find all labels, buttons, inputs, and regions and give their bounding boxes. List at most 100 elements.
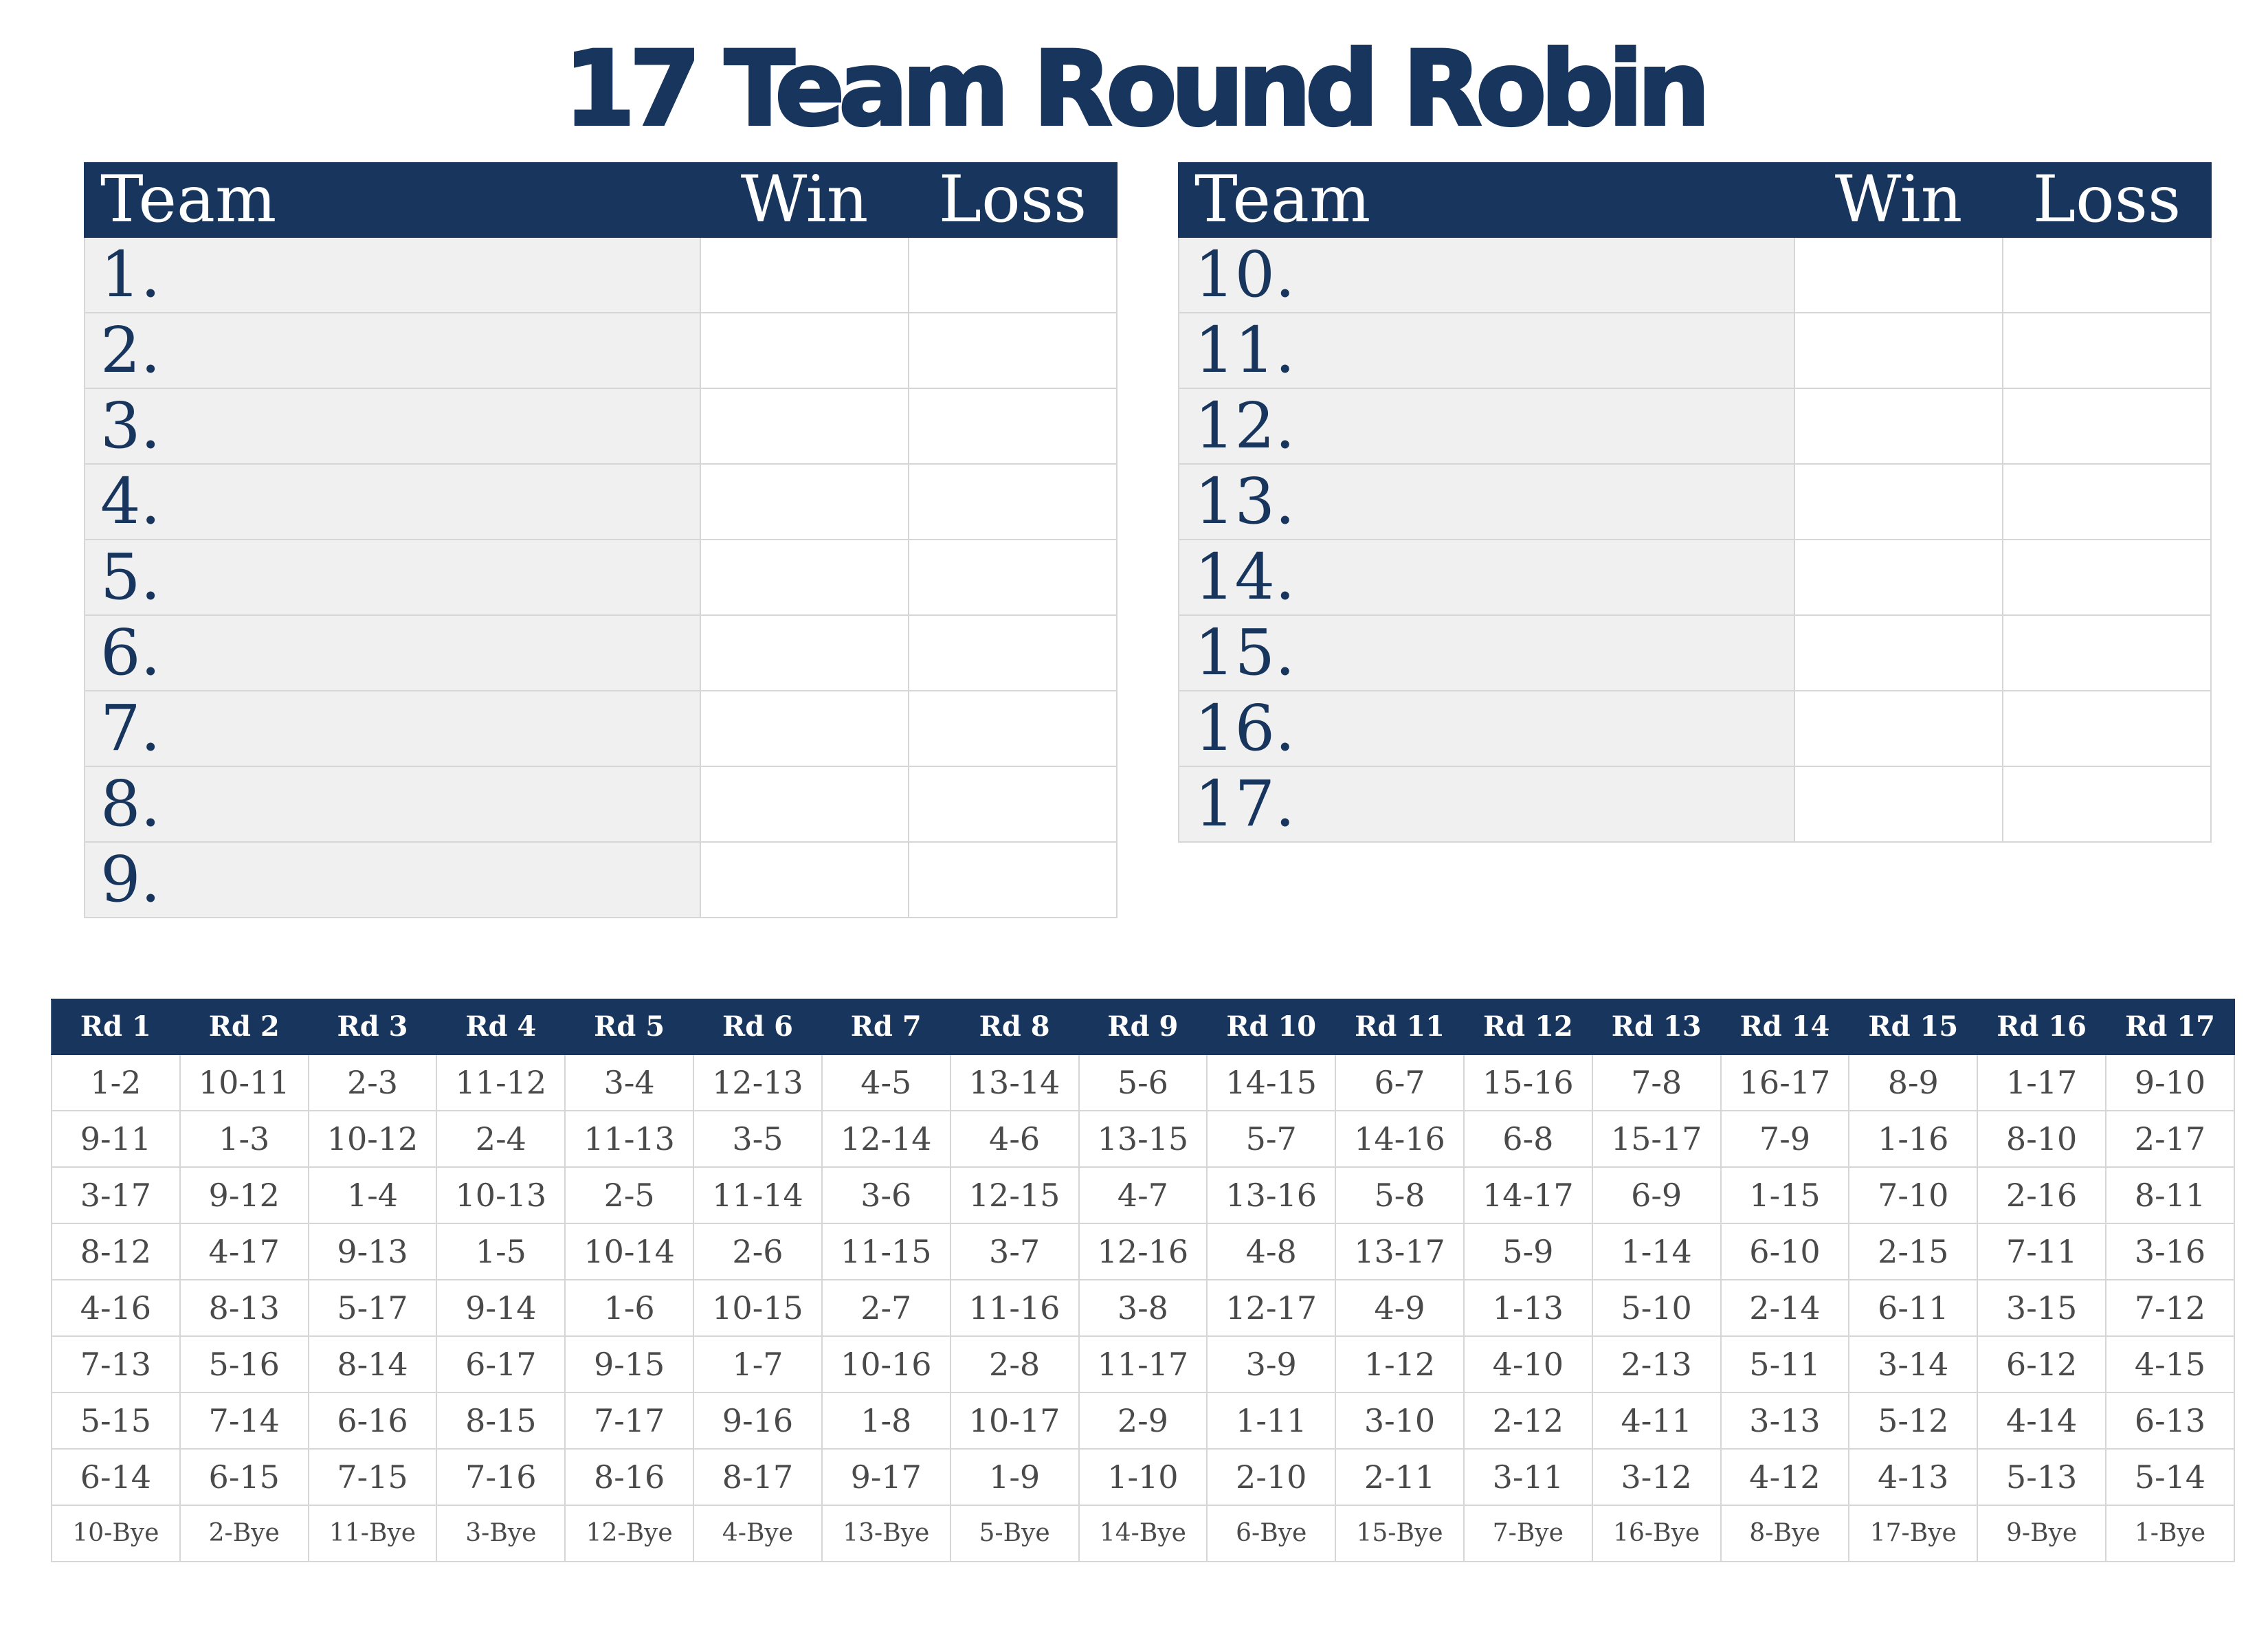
loss-cell[interactable]	[908, 539, 1118, 616]
matchup-cell: 3-5	[693, 1110, 823, 1168]
loss-cell[interactable]	[2002, 463, 2212, 540]
team-name-cell[interactable]: 1.	[84, 236, 701, 313]
round-header: Rd 13	[1591, 999, 1722, 1055]
matchup-cell: 2-8	[949, 1335, 1080, 1393]
matchup-cell: 10-12	[307, 1110, 438, 1168]
team-name-cell[interactable]: 2.	[84, 312, 701, 389]
matchup-cell: 5-8	[1335, 1166, 1465, 1224]
matchup-cell: 3-13	[1720, 1392, 1850, 1450]
matchup-cell: 8-16	[564, 1448, 695, 1506]
loss-cell[interactable]	[2002, 614, 2212, 691]
bye-cell: 9-Bye	[1977, 1505, 2106, 1562]
team-row: 12.	[1178, 388, 2212, 465]
matchup-cell: 9-10	[2105, 1054, 2235, 1111]
matchup-cell: 8-13	[179, 1279, 309, 1337]
win-cell[interactable]	[700, 463, 909, 540]
team-name-cell[interactable]: 8.	[84, 766, 701, 843]
standings-header-row: Team Win Loss	[1178, 162, 2212, 238]
team-name-cell[interactable]: 9.	[84, 841, 701, 918]
matchup-row: 1-2 10-11 2-3 11-12 3-4 12-13 4-5 13-14 5-6 14-15…	[51, 1054, 2235, 1111]
matchup-cell: 1-7	[693, 1335, 823, 1393]
bye-cell: 14-Bye	[1078, 1505, 1208, 1562]
matchup-cell: 4-17	[179, 1223, 309, 1280]
win-cell[interactable]	[1794, 463, 2003, 540]
team-name-cell[interactable]: 16.	[1178, 690, 1795, 767]
matchup-cell: 4-14	[1977, 1392, 2106, 1450]
loss-column-header: Loss	[2002, 162, 2212, 238]
matchup-cell: 4-9	[1335, 1279, 1465, 1337]
round-header: Rd 12	[1463, 999, 1593, 1055]
matchup-cell: 11-15	[821, 1223, 951, 1280]
win-cell[interactable]	[700, 539, 909, 616]
loss-cell[interactable]	[908, 312, 1118, 389]
win-cell[interactable]	[700, 388, 909, 465]
matchup-cell: 13-15	[1078, 1110, 1208, 1168]
team-row: 2.	[84, 312, 1118, 389]
win-cell[interactable]	[1794, 312, 2003, 389]
team-name-cell[interactable]: 13.	[1178, 463, 1795, 540]
loss-cell[interactable]	[908, 463, 1118, 540]
win-cell[interactable]	[1794, 236, 2003, 313]
win-cell[interactable]	[700, 841, 909, 918]
loss-cell[interactable]	[908, 388, 1118, 465]
team-name-cell[interactable]: 11.	[1178, 312, 1795, 389]
matchup-cell: 2-13	[1591, 1335, 1722, 1393]
loss-cell[interactable]	[2002, 539, 2212, 616]
team-name-cell[interactable]: 12.	[1178, 388, 1795, 465]
loss-cell[interactable]	[2002, 766, 2212, 843]
matchup-cell: 2-5	[564, 1166, 695, 1224]
loss-cell[interactable]	[2002, 236, 2212, 313]
matchup-cell: 2-6	[693, 1223, 823, 1280]
matchup-cell: 3-6	[821, 1166, 951, 1224]
matchup-cell: 8-14	[307, 1335, 438, 1393]
loss-cell[interactable]	[2002, 312, 2212, 389]
loss-column-header: Loss	[908, 162, 1118, 238]
win-cell[interactable]	[1794, 614, 2003, 691]
loss-cell[interactable]	[2002, 690, 2212, 767]
matchup-cell: 6-8	[1463, 1110, 1593, 1168]
matchup-cell: 4-12	[1720, 1448, 1850, 1506]
matchup-cell: 14-15	[1206, 1054, 1337, 1111]
team-name-cell[interactable]: 6.	[84, 614, 701, 691]
matchup-row: 4-16 8-13 5-17 9-14 1-6 10-15 2-7 11-16 3-8 12-17…	[51, 1279, 2235, 1337]
loss-cell[interactable]	[908, 236, 1118, 313]
win-cell[interactable]	[700, 766, 909, 843]
team-name-cell[interactable]: 10.	[1178, 236, 1795, 313]
team-name-cell[interactable]: 4.	[84, 463, 701, 540]
win-cell[interactable]	[1794, 388, 2003, 465]
team-name-cell[interactable]: 7.	[84, 690, 701, 767]
win-cell[interactable]	[700, 236, 909, 313]
team-name-cell[interactable]: 5.	[84, 539, 701, 616]
round-header: Rd 1	[51, 999, 181, 1055]
win-cell[interactable]	[1794, 766, 2003, 843]
team-name-cell[interactable]: 3.	[84, 388, 701, 465]
team-row: 7.	[84, 690, 1118, 767]
team-name-cell[interactable]: 15.	[1178, 614, 1795, 691]
matchup-cell: 5-16	[179, 1335, 309, 1393]
win-column-header: Win	[700, 162, 909, 238]
round-header: Rd 17	[2105, 999, 2235, 1055]
win-cell[interactable]	[1794, 539, 2003, 616]
win-cell[interactable]	[700, 614, 909, 691]
matchup-cell: 2-15	[1848, 1223, 1979, 1280]
matchup-cell: 4-7	[1078, 1166, 1208, 1224]
loss-cell[interactable]	[908, 841, 1118, 918]
round-header: Rd 8	[949, 999, 1080, 1055]
standings-table-left: Team Win Loss 1. 2. 3. 4. 5. 6. 7. 8. 9.	[84, 162, 1118, 918]
matchup-cell: 14-16	[1335, 1110, 1465, 1168]
matchup-cell: 7-8	[1591, 1054, 1722, 1111]
loss-cell[interactable]	[2002, 388, 2212, 465]
loss-cell[interactable]	[908, 614, 1118, 691]
matchup-cell: 9-15	[564, 1335, 695, 1393]
win-cell[interactable]	[700, 312, 909, 389]
matchup-cell: 4-11	[1591, 1392, 1722, 1450]
team-name-cell[interactable]: 14.	[1178, 539, 1795, 616]
team-name-cell[interactable]: 17.	[1178, 766, 1795, 843]
loss-cell[interactable]	[908, 766, 1118, 843]
round-header: Rd 11	[1335, 999, 1465, 1055]
loss-cell[interactable]	[908, 690, 1118, 767]
win-cell[interactable]	[700, 690, 909, 767]
win-cell[interactable]	[1794, 690, 2003, 767]
round-header: Rd 2	[179, 999, 309, 1055]
standings-table-right: Team Win Loss 10. 11. 12. 13. 14. 15. 16. 17.	[1178, 162, 2212, 843]
